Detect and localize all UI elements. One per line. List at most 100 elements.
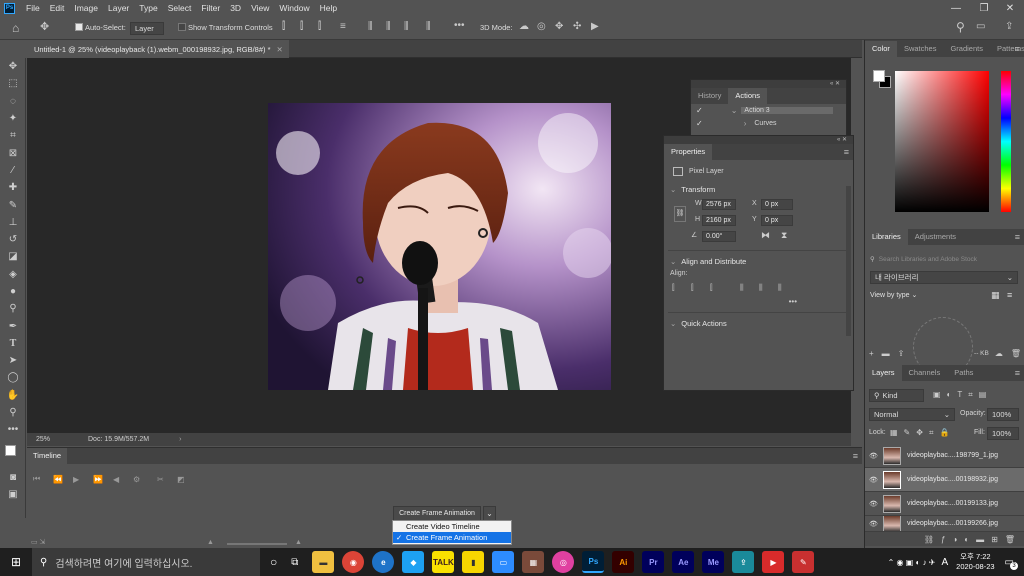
marquee-tool-icon[interactable]: ⬚ <box>0 75 26 92</box>
pen-tool-icon[interactable]: ✒ <box>0 317 26 334</box>
menu-window[interactable]: Window <box>274 0 314 16</box>
brush-tool-icon[interactable]: ✎ <box>0 196 26 213</box>
frame-tool-icon[interactable]: ⊠ <box>0 144 26 161</box>
ime-indicator[interactable]: A <box>942 557 949 568</box>
eye-icon[interactable]: 👁 <box>869 500 879 508</box>
align-distribute-section[interactable]: ⌄ Align and Distribute <box>664 254 853 268</box>
chevron-right-icon[interactable]: › <box>744 119 747 128</box>
tab-color[interactable]: Color <box>865 40 897 57</box>
tab-adjustments[interactable]: Adjustments <box>908 229 963 245</box>
zoom-tool-icon[interactable]: ⚲ <box>0 404 26 421</box>
panel-menu-icon[interactable]: ≡ <box>853 451 858 461</box>
panel-menu-icon[interactable]: ≡ <box>1015 44 1020 54</box>
distribute-2-icon[interactable]: ⫼ <box>386 22 391 32</box>
eye-icon[interactable]: 👁 <box>869 452 879 460</box>
hue-slider[interactable] <box>1001 71 1011 212</box>
eyedropper-tool-icon[interactable]: ⁄ <box>0 162 26 179</box>
menu-type[interactable]: Type <box>134 0 162 16</box>
maximize-icon[interactable]: ❐ <box>970 0 998 16</box>
tab-history[interactable]: History <box>691 88 728 104</box>
panel-menu-icon[interactable]: ≡ <box>1015 232 1020 242</box>
layer-row-selected[interactable]: 👁 videoplaybac....00198932.jpg <box>865 468 1024 492</box>
clock[interactable]: 오후 7:22 2020-08-23 <box>956 552 994 572</box>
foreground-swatch[interactable] <box>873 70 885 82</box>
tab-layers[interactable]: Layers <box>865 365 902 381</box>
media-encoder-icon[interactable]: Me <box>702 551 725 573</box>
library-dropdown[interactable]: 내 라이브러리 ⌄ <box>870 271 1018 284</box>
status-arrow-icon[interactable]: › <box>179 436 181 443</box>
layer-name[interactable]: videoplaybac....00199133.jpg <box>907 500 998 507</box>
properties-scrollbar[interactable] <box>846 186 851 336</box>
photoshop-taskbar-icon[interactable]: Ps <box>582 551 605 573</box>
distribute-4-icon[interactable]: ⫼ <box>426 22 431 32</box>
paint-bucket-tool-icon[interactable]: ◈ <box>0 266 26 283</box>
app-icon[interactable]: ⇪ <box>732 551 755 573</box>
first-frame-icon[interactable]: ⏮ <box>33 474 53 484</box>
chevron-down-icon[interactable]: ⌄ <box>731 106 738 115</box>
fill-field[interactable]: 100% <box>987 427 1019 440</box>
lock-icons[interactable]: ▦✎✥⌗🔒 <box>890 428 955 438</box>
distribute-3-icon[interactable]: ⫼ <box>404 22 409 32</box>
transform-section[interactable]: ⌄ Transform <box>664 182 853 196</box>
color-swatches[interactable] <box>0 439 26 469</box>
align-center-icon[interactable]: ⫿ <box>300 22 303 32</box>
layer-name[interactable]: videoplaybac....00199266.jpg <box>907 520 998 527</box>
check-icon[interactable]: ✓ <box>696 106 703 115</box>
tab-actions[interactable]: Actions <box>728 88 767 104</box>
settings-icon[interactable]: ⚙ <box>133 475 157 484</box>
minimize-icon[interactable]: — <box>942 0 970 16</box>
tab-paths[interactable]: Paths <box>947 365 980 381</box>
workspace-icon[interactable]: ▭ <box>976 22 985 32</box>
notification-icon[interactable]: ▭ 3 <box>1005 557 1018 570</box>
lasso-tool-icon[interactable]: ◌ <box>0 93 26 110</box>
align-horizontal-centers-icon[interactable]: ⫿ <box>691 283 710 293</box>
tab-libraries[interactable]: Libraries <box>865 229 908 245</box>
library-search-input[interactable]: ⚲ Search Libraries and Adobe Stock <box>870 253 1020 265</box>
zoom-app-icon[interactable]: ▭ <box>492 551 515 573</box>
layer-filter-dropdown[interactable]: ⚲ Kind <box>869 389 924 402</box>
auto-select-checkbox[interactable] <box>75 23 83 31</box>
type-tool-icon[interactable]: T <box>0 335 26 352</box>
menu-file[interactable]: File <box>21 0 45 16</box>
upload-icon[interactable]: ⇪ <box>898 349 905 358</box>
search-icon[interactable]: ⚲ <box>956 21 965 33</box>
sticky-notes-icon[interactable]: ▮ <box>462 551 485 573</box>
view-by-dropdown[interactable]: View by type ⌄ <box>870 291 917 299</box>
flip-vertical-icon[interactable]: ⧗ <box>781 230 787 241</box>
zoom-out-icon[interactable]: ▲ <box>207 539 214 546</box>
width-field[interactable]: 2576 px <box>702 199 736 210</box>
taskbar-search-input[interactable]: ⚲ 검색하려면 여기에 입력하십시오. <box>32 548 260 576</box>
align-left-icon[interactable]: ⫿ <box>282 22 285 32</box>
align-right-icon[interactable]: ⫿ <box>318 22 321 32</box>
layer-row[interactable]: 👁 videoplaybac....00199266.jpg <box>865 516 1024 532</box>
align-right-edges-icon[interactable]: ⫿ <box>710 283 740 293</box>
task-view-icon[interactable]: ⧉ <box>291 557 298 568</box>
zoom-in-icon[interactable]: ▲ <box>295 539 302 546</box>
history-brush-tool-icon[interactable]: ↺ <box>0 231 26 248</box>
tab-properties[interactable]: Properties <box>664 144 713 160</box>
auto-select-dropdown[interactable]: Layer <box>130 22 164 35</box>
hand-tool-icon[interactable]: ✋ <box>0 387 26 404</box>
blur-tool-icon[interactable]: ● <box>0 283 26 300</box>
menu-filter[interactable]: Filter <box>196 0 225 16</box>
windows-start-icon[interactable]: ⊞ <box>0 548 32 576</box>
flip-horizontal-icon[interactable]: ⧓ <box>761 230 770 241</box>
3d-pan-icon[interactable]: ✥ <box>555 22 563 32</box>
panel-menu-icon[interactable]: ≡ <box>1015 368 1020 378</box>
layer-row[interactable]: 👁 videoplaybac....198799_1.jpg <box>865 444 1024 468</box>
after-effects-icon[interactable]: Ae <box>672 551 695 573</box>
layer-name[interactable]: videoplaybac....198799_1.jpg <box>907 452 998 459</box>
menu-create-frame-animation[interactable]: ✓ Create Frame Animation <box>393 532 511 543</box>
app-icon[interactable]: ◎ <box>552 551 575 573</box>
edge-icon[interactable]: e <box>372 551 395 573</box>
align-bottom-edges-icon[interactable]: ⫼ <box>778 283 797 293</box>
check-icon[interactable]: ✓ <box>696 119 703 128</box>
twitter-icon[interactable]: ◆ <box>402 551 425 573</box>
panel-menu-icon[interactable]: ≡ <box>844 147 849 157</box>
shape-tool-icon[interactable]: ◯ <box>0 369 26 386</box>
3d-roll-icon[interactable]: ◎ <box>537 22 546 32</box>
distribute-1-icon[interactable]: ⫼ <box>368 22 373 32</box>
move-tool-icon[interactable]: ✥ <box>0 58 26 75</box>
menu-3d[interactable]: 3D <box>225 0 246 16</box>
menu-layer[interactable]: Layer <box>103 0 134 16</box>
